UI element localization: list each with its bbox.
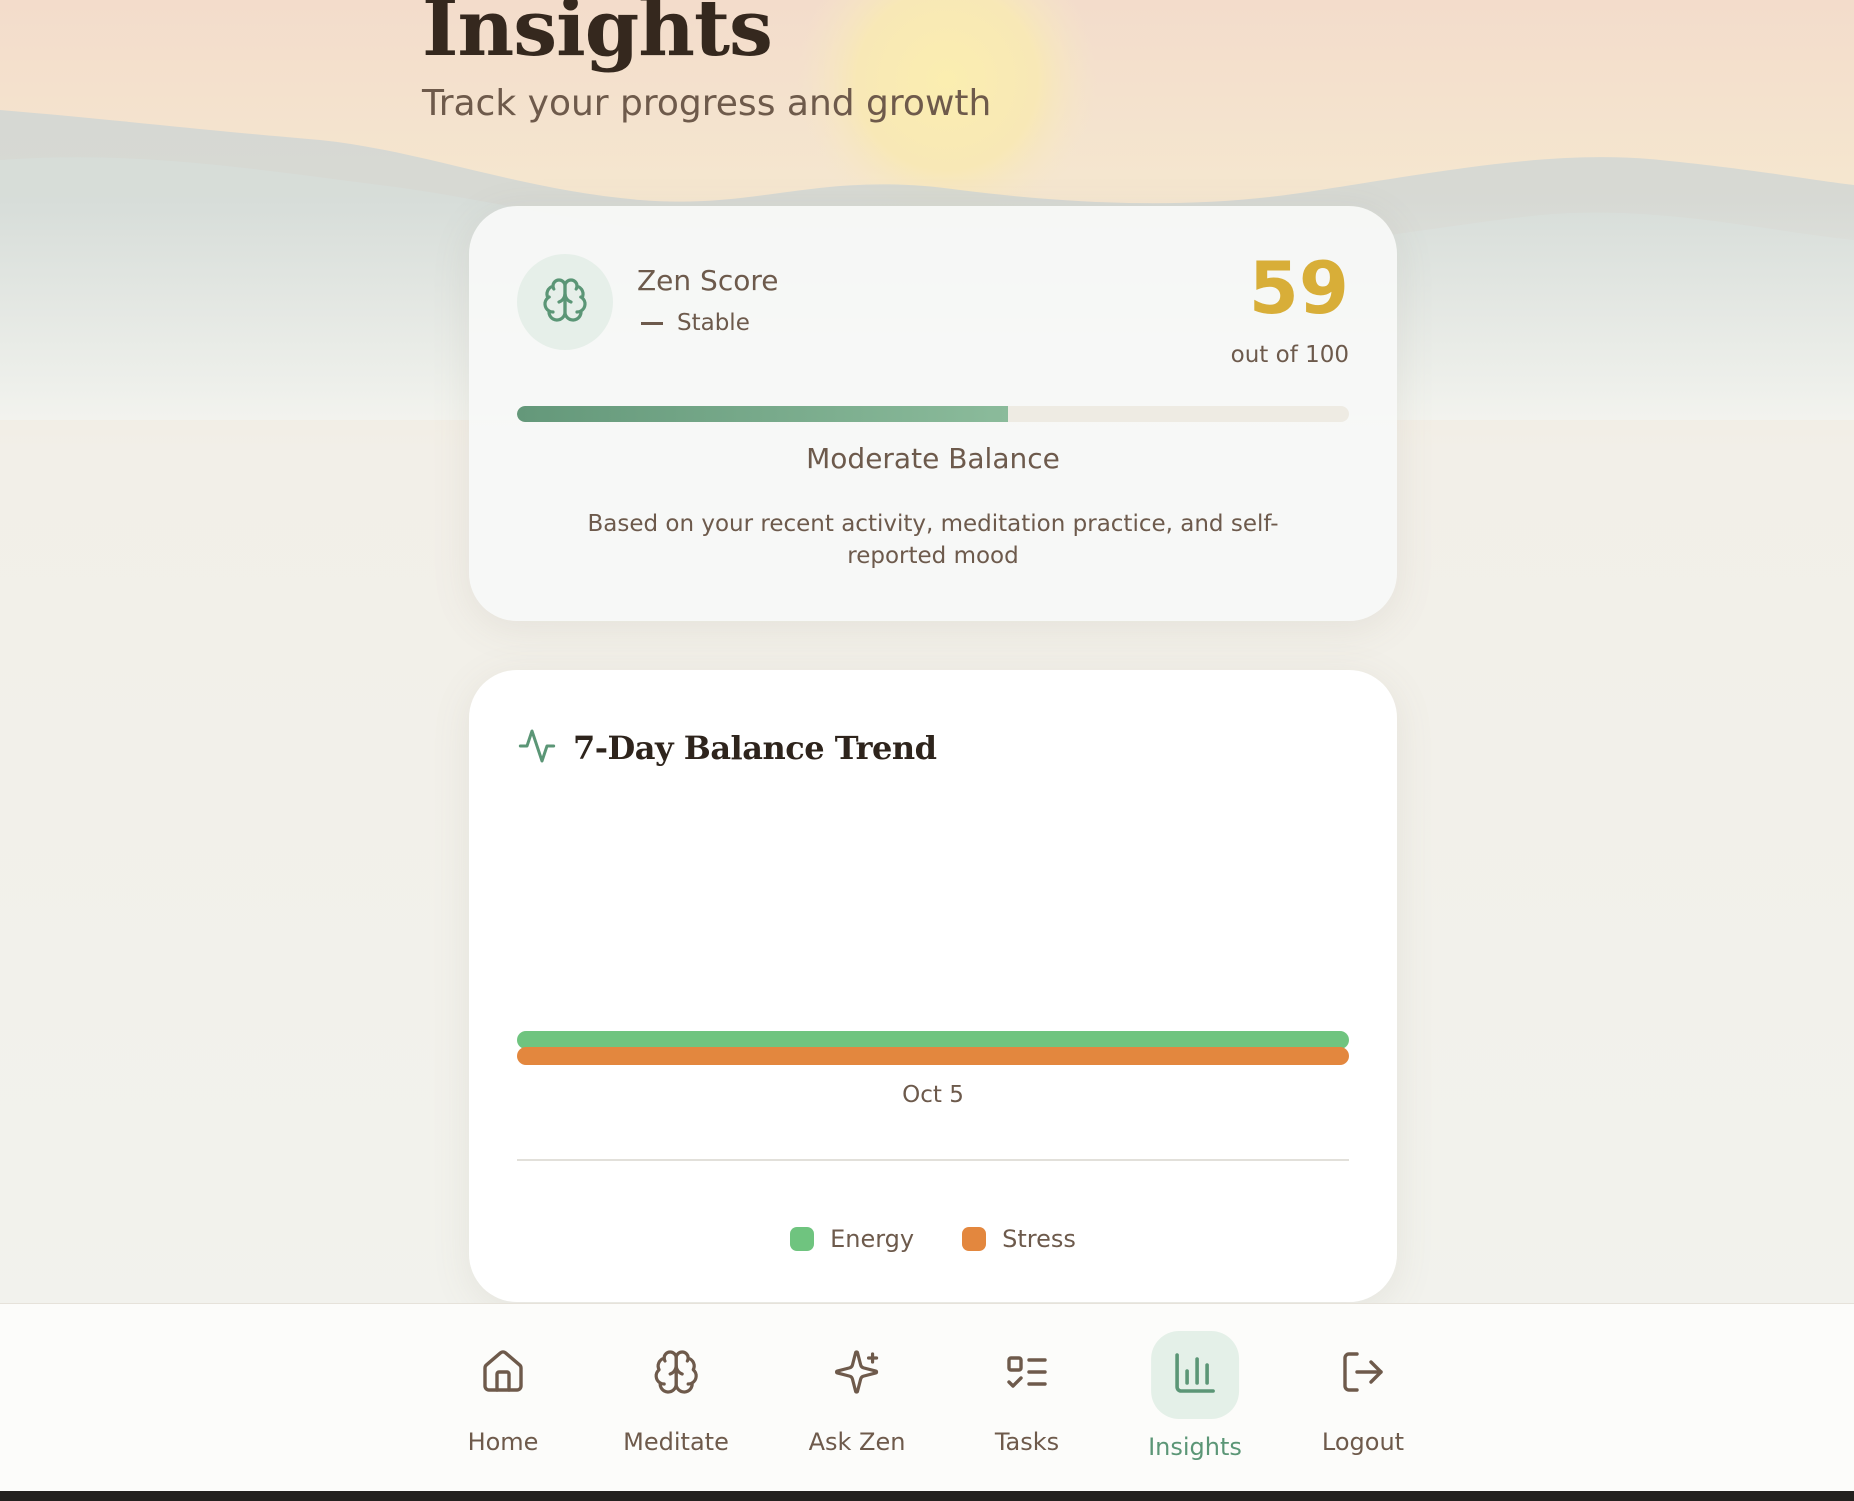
nav-label-meditate: Meditate bbox=[623, 1428, 729, 1456]
bar-stress-0 bbox=[517, 1047, 1349, 1065]
zen-score-caption: out of 100 bbox=[1230, 342, 1349, 368]
nav-icon-wrap-home bbox=[459, 1330, 547, 1418]
zen-score-card: Zen Score Stable 59 out of 100 Moderate … bbox=[469, 206, 1397, 621]
zen-score-progress-fill bbox=[517, 406, 1008, 422]
zen-score-trend: Stable bbox=[641, 310, 750, 336]
brain-icon bbox=[652, 1348, 700, 1400]
nav-label-logout: Logout bbox=[1321, 1428, 1405, 1456]
zen-score-icon-badge bbox=[517, 254, 613, 350]
trend-title: 7-Day Balance Trend bbox=[573, 729, 937, 767]
activity-icon bbox=[517, 726, 557, 770]
nav-label-tasks: Tasks bbox=[994, 1428, 1060, 1456]
tasks-icon bbox=[1003, 1348, 1051, 1400]
bottom-edge-bar bbox=[0, 1491, 1854, 1501]
zen-score-label: Zen Score bbox=[637, 264, 779, 297]
x-tick-label: Oct 5 bbox=[902, 1082, 964, 1108]
zen-score-description: Based on your recent activity, meditatio… bbox=[587, 511, 1279, 569]
nav-icon-wrap-tasks bbox=[983, 1330, 1071, 1418]
bottom-navigation: Home Meditate Ask Zen Tasks Insights Log… bbox=[0, 1303, 1854, 1491]
nav-icon-wrap-ask-zen bbox=[813, 1330, 901, 1418]
nav-label-ask-zen: Ask Zen bbox=[808, 1428, 906, 1456]
legend-swatch-stress bbox=[962, 1227, 987, 1251]
chart-legend: Energy Stress bbox=[469, 1225, 1397, 1253]
nav-label-insights: Insights bbox=[1148, 1433, 1242, 1461]
nav-item-logout[interactable]: Logout bbox=[1319, 1304, 1407, 1492]
page-header: Insights Track your progress and growth bbox=[422, 0, 991, 125]
legend-item-energy: Energy bbox=[790, 1225, 914, 1253]
sparkles-icon bbox=[833, 1348, 881, 1400]
home-icon bbox=[479, 1348, 527, 1400]
balance-trend-chart: Oct 5 bbox=[517, 810, 1349, 1290]
page-subtitle: Track your progress and growth bbox=[422, 82, 992, 124]
bar-energy-0 bbox=[517, 1031, 1349, 1049]
nav-icon-wrap-logout bbox=[1319, 1330, 1407, 1418]
bar-chart-icon bbox=[1171, 1349, 1219, 1401]
zen-score-trend-text: Stable bbox=[677, 310, 750, 336]
legend-label-stress: Stress bbox=[1002, 1225, 1076, 1253]
legend-label-energy: Energy bbox=[830, 1225, 915, 1253]
nav-item-home[interactable]: Home bbox=[459, 1304, 547, 1492]
balance-trend-card: 7-Day Balance Trend Oct 5 Energy Stress bbox=[469, 670, 1397, 1302]
brain-icon bbox=[541, 276, 589, 328]
page-title: Insights bbox=[422, 0, 773, 74]
nav-item-ask-zen[interactable]: Ask Zen bbox=[808, 1304, 906, 1492]
nav-icon-wrap-meditate bbox=[632, 1330, 720, 1418]
nav-label-home: Home bbox=[467, 1428, 539, 1456]
logout-icon bbox=[1339, 1348, 1387, 1400]
zen-score-progress-bar bbox=[517, 406, 1349, 422]
nav-item-meditate[interactable]: Meditate bbox=[623, 1304, 729, 1492]
legend-item-stress: Stress bbox=[962, 1225, 1076, 1253]
trend-header: 7-Day Balance Trend bbox=[517, 726, 937, 770]
legend-swatch-energy bbox=[790, 1227, 815, 1251]
nav-icon-wrap-insights bbox=[1150, 1331, 1239, 1419]
balance-label: Moderate Balance bbox=[806, 442, 1060, 475]
balance-trend-chart-svg: Oct 5 bbox=[517, 1031, 1349, 1161]
minus-icon bbox=[641, 321, 663, 325]
nav-item-tasks[interactable]: Tasks bbox=[983, 1304, 1071, 1492]
nav-item-insights[interactable]: Insights bbox=[1148, 1304, 1242, 1492]
zen-score-value: 59 bbox=[1248, 246, 1349, 330]
